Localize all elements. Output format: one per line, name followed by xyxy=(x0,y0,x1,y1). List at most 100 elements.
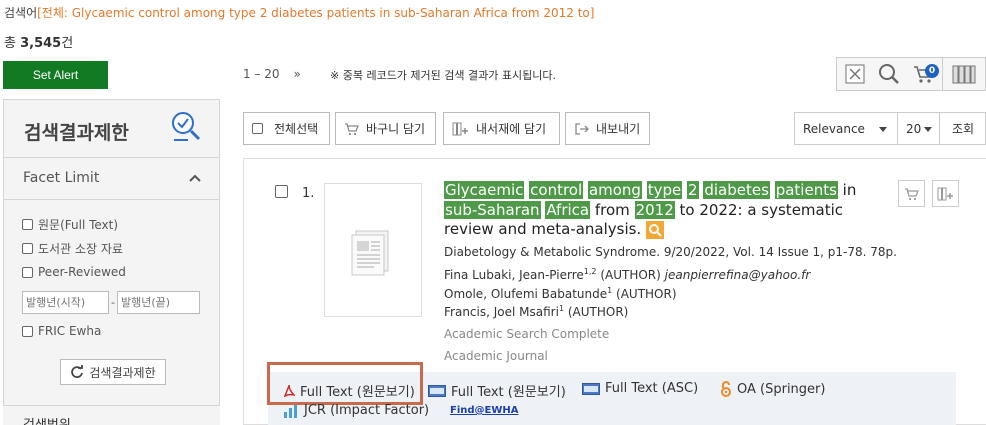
result-checkbox[interactable] xyxy=(275,185,288,198)
total-suffix: 건 xyxy=(61,36,74,51)
facet-list: 원문(Full Text) 도서관 소장 자료 Peer-Reviewed xyxy=(22,212,126,284)
author-role: (AUTHOR) xyxy=(612,287,677,301)
title-text: in xyxy=(837,181,857,199)
result-thumbnail[interactable] xyxy=(324,183,422,317)
facet-label: FRIC Ewha xyxy=(38,324,102,338)
facet-limit-header[interactable]: Facet Limit xyxy=(4,158,219,200)
apply-limit-button[interactable]: 검색결과제한 xyxy=(60,359,166,385)
asc-full-text-label: Full Text (ASC) xyxy=(605,381,699,396)
author-role: (AUTHOR) xyxy=(564,305,629,319)
pager-range: 1 – 20 xyxy=(243,67,280,81)
author-name[interactable]: Francis, Joel Msafiri xyxy=(444,305,559,319)
search-scope-section[interactable]: 검색범위 xyxy=(3,405,220,425)
author-name[interactable]: Omole, Olufemi Babatunde xyxy=(444,287,607,301)
sidebar-header: 검색결과제한 xyxy=(4,100,219,158)
export-icon xyxy=(575,122,589,135)
year-end-input[interactable] xyxy=(117,291,200,314)
chevron-down-icon xyxy=(924,127,932,132)
add-to-bookshelf-label: 내서재에 담기 xyxy=(476,122,547,136)
open-access-link[interactable]: OA (Springer) xyxy=(720,381,825,397)
quick-view-icon[interactable] xyxy=(646,220,665,239)
year-range: - xyxy=(22,291,200,314)
title-highlighted-term: among xyxy=(587,181,642,199)
title-text xyxy=(770,181,775,199)
facet-checkbox[interactable] xyxy=(22,242,33,254)
sort-select[interactable]: Relevance xyxy=(794,112,898,145)
facet-label: 도서관 소장 자료 xyxy=(38,241,123,256)
per-page-select[interactable]: 20 xyxy=(898,112,940,145)
select-all-checkbox[interactable] xyxy=(252,123,263,134)
search-query: [전체: Glycaemic control among type 2 diab… xyxy=(37,6,595,20)
pager: 1 – 20 » xyxy=(243,67,301,81)
total-prefix: 총 xyxy=(4,36,16,51)
select-all-button[interactable]: 전체선택 xyxy=(243,112,330,145)
export-button[interactable]: 내보내기 xyxy=(565,112,650,145)
result-bookshelf-button[interactable] xyxy=(932,180,959,207)
search-tool-button[interactable] xyxy=(871,57,908,91)
facet-full-text[interactable]: 원문(Full Text) xyxy=(22,212,126,236)
sidebar-title: 검색결과제한 xyxy=(24,122,129,144)
html-full-text-link[interactable]: Full Text (원문보기) xyxy=(428,381,566,400)
select-all-label: 전체선택 xyxy=(274,122,319,136)
bookshelf-button[interactable] xyxy=(943,57,986,91)
open-access-icon xyxy=(721,381,731,397)
title-highlighted-term: 2012 xyxy=(634,200,675,219)
apply-limit-label: 검색결과제한 xyxy=(89,365,156,380)
result-cart-button[interactable] xyxy=(898,180,925,207)
dedupe-note: ※ 중복 레코드가 제거된 검색 결과가 표시됩니다. xyxy=(330,69,556,82)
title-highlighted-term: 2 xyxy=(687,181,699,199)
title-highlighted-term: Africa xyxy=(545,200,591,219)
result-number: 1. xyxy=(302,186,315,201)
pdf-link-highlight-frame xyxy=(267,362,423,405)
facet-library-holdings[interactable]: 도서관 소장 자료 xyxy=(22,236,126,260)
pager-next-link[interactable]: » xyxy=(294,67,301,81)
title-text: from xyxy=(590,200,635,219)
html-icon xyxy=(582,382,600,395)
bookshelf-add-icon xyxy=(452,122,468,135)
year-start-input[interactable] xyxy=(22,291,109,314)
cart-button[interactable]: 0 xyxy=(906,57,943,91)
facet-label: Peer-Reviewed xyxy=(38,265,126,279)
sort-value: Relevance xyxy=(803,121,865,136)
html-icon xyxy=(428,384,446,397)
facet-checkbox[interactable] xyxy=(22,325,33,337)
add-to-bookshelf-button[interactable]: 내서재에 담기 xyxy=(443,112,560,145)
title-highlighted-term: patients xyxy=(774,181,838,199)
title-highlighted-term: diabetes xyxy=(703,181,770,199)
result-source: Diabetology & Metabolic Syndrome. 9/20/2… xyxy=(444,245,897,259)
facet-checkbox[interactable] xyxy=(22,218,33,230)
bookshelf-add-icon xyxy=(937,187,953,200)
title-highlighted-term: Glycaemic xyxy=(444,181,525,199)
excel-export-button[interactable] xyxy=(836,57,873,91)
author-email: jeanpierrefina@yahoo.fr xyxy=(664,268,811,282)
result-title[interactable]: Glycaemic control among type 2 diabetes … xyxy=(444,181,894,240)
bookshelf-icon xyxy=(952,65,976,84)
view-button[interactable]: 조회 xyxy=(940,112,986,145)
add-to-cart-button[interactable]: 바구니 담기 xyxy=(335,112,436,145)
result-doc-type: Academic Journal xyxy=(444,349,548,363)
export-label: 내보내기 xyxy=(596,122,641,136)
result-author: Fina Lubaki, Jean-Pierre1,2 (AUTHOR) jea… xyxy=(444,267,810,282)
find-at-ewha-link[interactable]: Find@EWHA xyxy=(450,405,519,416)
facet-checkbox[interactable] xyxy=(22,266,33,278)
jcr-label: JCR (Impact Factor) xyxy=(304,403,430,418)
asc-full-text-link[interactable]: Full Text (ASC) xyxy=(582,381,698,396)
jcr-link[interactable]: JCR (Impact Factor) xyxy=(283,403,429,418)
total-results: 총 3,545건 xyxy=(4,32,73,51)
facet-peer-reviewed[interactable]: Peer-Reviewed xyxy=(22,260,126,284)
author-affiliation: 1,2 xyxy=(583,267,597,276)
result-author: Francis, Joel Msafiri1 (AUTHOR) xyxy=(444,304,628,319)
title-highlighted-term: control xyxy=(529,181,584,199)
set-alert-button[interactable]: Set Alert xyxy=(3,61,108,89)
magnifier-check-icon xyxy=(172,112,201,141)
facet-fric-ewha[interactable]: FRIC Ewha xyxy=(22,319,101,343)
html-full-text-label: Full Text (원문보기) xyxy=(451,385,566,400)
author-name[interactable]: Fina Lubaki, Jean-Pierre xyxy=(444,268,584,282)
chevron-down-icon xyxy=(879,127,887,132)
result-author: Omole, Olufemi Babatunde1 (AUTHOR) xyxy=(444,286,677,301)
document-icon xyxy=(351,230,389,276)
title-highlighted-term: type xyxy=(646,181,683,199)
refresh-icon xyxy=(71,365,84,378)
facet-label: 원문(Full Text) xyxy=(38,217,119,232)
total-count: 3,545 xyxy=(20,36,62,51)
